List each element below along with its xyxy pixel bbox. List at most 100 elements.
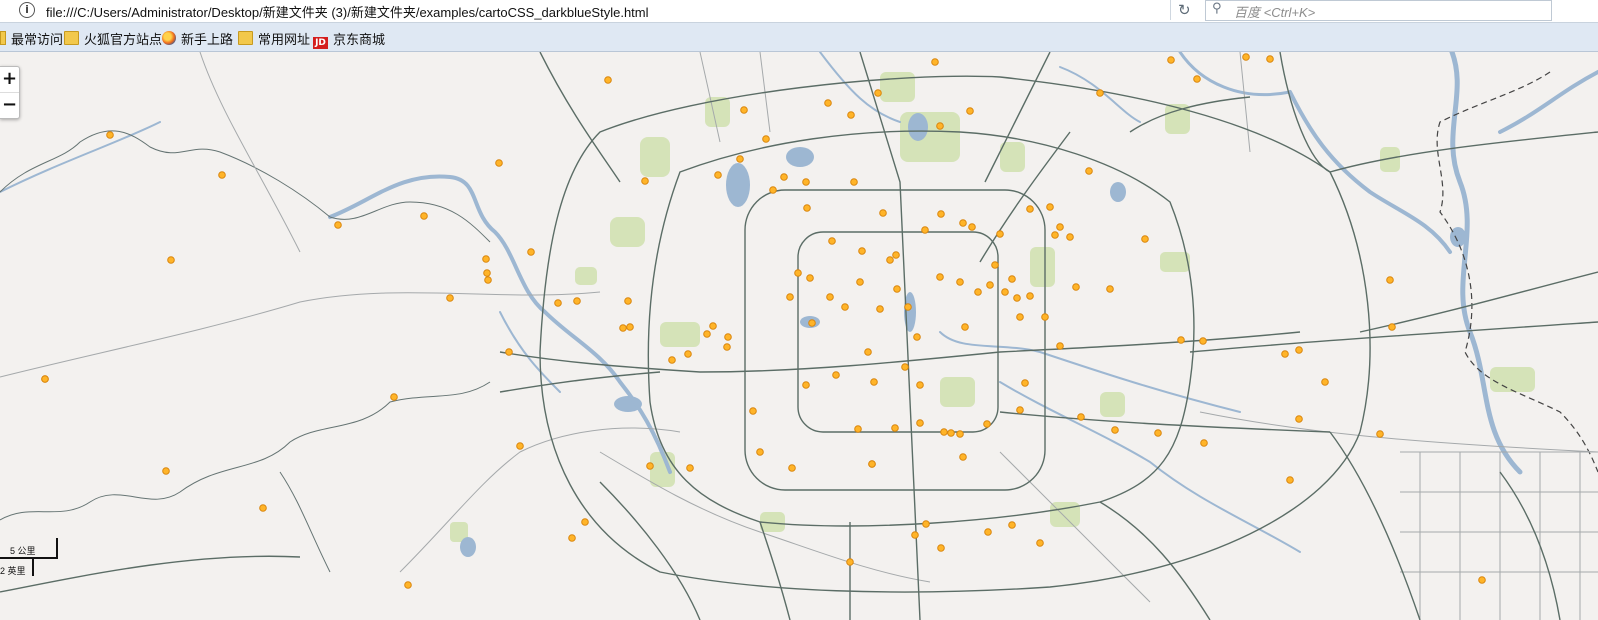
- map-canvas[interactable]: + − 5 公里 2 英里: [0, 52, 1598, 620]
- poi-marker[interactable]: [218, 171, 226, 179]
- poi-marker[interactable]: [1388, 323, 1396, 331]
- poi-marker[interactable]: [832, 371, 840, 379]
- poi-marker[interactable]: [876, 305, 884, 313]
- poi-marker[interactable]: [581, 518, 589, 526]
- poi-marker[interactable]: [891, 424, 899, 432]
- poi-marker[interactable]: [1154, 429, 1162, 437]
- poi-marker[interactable]: [259, 504, 267, 512]
- poi-marker[interactable]: [937, 210, 945, 218]
- poi-marker[interactable]: [762, 135, 770, 143]
- poi-marker[interactable]: [626, 323, 634, 331]
- poi-marker[interactable]: [916, 381, 924, 389]
- info-icon[interactable]: i: [19, 2, 35, 18]
- poi-marker[interactable]: [846, 558, 854, 566]
- poi-marker[interactable]: [780, 173, 788, 181]
- bookmark-firefox-site[interactable]: 火狐官方站点: [64, 29, 162, 48]
- poi-marker[interactable]: [802, 381, 810, 389]
- poi-marker[interactable]: [624, 297, 632, 305]
- poi-marker[interactable]: [568, 534, 576, 542]
- poi-marker[interactable]: [931, 58, 939, 66]
- poi-marker[interactable]: [788, 464, 796, 472]
- poi-marker[interactable]: [1096, 89, 1104, 97]
- poi-marker[interactable]: [828, 237, 836, 245]
- poi-marker[interactable]: [1200, 439, 1208, 447]
- poi-marker[interactable]: [723, 343, 731, 351]
- poi-marker[interactable]: [913, 333, 921, 341]
- poi-marker[interactable]: [709, 322, 717, 330]
- poi-marker[interactable]: [1376, 430, 1384, 438]
- poi-marker[interactable]: [864, 348, 872, 356]
- poi-marker[interactable]: [390, 393, 398, 401]
- poi-marker[interactable]: [956, 430, 964, 438]
- map-layer[interactable]: [0, 52, 1598, 620]
- poi-marker[interactable]: [495, 159, 503, 167]
- poi-marker[interactable]: [334, 221, 342, 229]
- poi-marker[interactable]: [684, 350, 692, 358]
- poi-marker[interactable]: [901, 363, 909, 371]
- poi-marker[interactable]: [404, 581, 412, 589]
- poi-marker[interactable]: [1016, 406, 1024, 414]
- poi-marker[interactable]: [1013, 294, 1021, 302]
- poi-marker[interactable]: [1321, 378, 1329, 386]
- poi-marker[interactable]: [940, 428, 948, 436]
- poi-marker[interactable]: [1295, 415, 1303, 423]
- poi-marker[interactable]: [868, 460, 876, 468]
- poi-marker[interactable]: [937, 544, 945, 552]
- poi-marker[interactable]: [641, 177, 649, 185]
- bookmark-getting-started[interactable]: 新手上路: [162, 29, 233, 48]
- poi-marker[interactable]: [167, 256, 175, 264]
- poi-marker[interactable]: [1141, 235, 1149, 243]
- poi-marker[interactable]: [740, 106, 748, 114]
- poi-marker[interactable]: [1021, 379, 1029, 387]
- poi-marker[interactable]: [420, 212, 428, 220]
- poi-marker[interactable]: [1193, 75, 1201, 83]
- poi-marker[interactable]: [854, 425, 862, 433]
- poi-marker[interactable]: [1295, 346, 1303, 354]
- poi-marker[interactable]: [968, 223, 976, 231]
- poi-marker[interactable]: [619, 324, 627, 332]
- poi-marker[interactable]: [1478, 576, 1486, 584]
- poi-marker[interactable]: [1072, 283, 1080, 291]
- poi-marker[interactable]: [991, 261, 999, 269]
- poi-marker[interactable]: [1177, 336, 1185, 344]
- poi-marker[interactable]: [1001, 288, 1009, 296]
- poi-marker[interactable]: [1199, 337, 1207, 345]
- poi-marker[interactable]: [482, 255, 490, 263]
- bookmark-common-sites[interactable]: 常用网址: [238, 29, 310, 48]
- poi-marker[interactable]: [686, 464, 694, 472]
- poi-marker[interactable]: [484, 276, 492, 284]
- poi-marker[interactable]: [841, 303, 849, 311]
- poi-marker[interactable]: [847, 111, 855, 119]
- poi-marker[interactable]: [808, 319, 816, 327]
- poi-marker[interactable]: [966, 107, 974, 115]
- poi-marker[interactable]: [1066, 233, 1074, 241]
- poi-marker[interactable]: [893, 285, 901, 293]
- zoom-in-button[interactable]: +: [0, 67, 19, 92]
- address-bar[interactable]: i file:///C:/Users/Administrator/Desktop…: [0, 0, 1598, 23]
- poi-marker[interactable]: [483, 269, 491, 277]
- poi-marker[interactable]: [984, 528, 992, 536]
- poi-marker[interactable]: [1106, 285, 1114, 293]
- poi-marker[interactable]: [106, 131, 114, 139]
- poi-marker[interactable]: [879, 209, 887, 217]
- poi-marker[interactable]: [703, 330, 711, 338]
- poi-marker[interactable]: [527, 248, 535, 256]
- poi-markers[interactable]: [41, 53, 1486, 589]
- poi-marker[interactable]: [505, 348, 513, 356]
- poi-marker[interactable]: [826, 293, 834, 301]
- poi-marker[interactable]: [1266, 55, 1274, 63]
- poi-marker[interactable]: [974, 288, 982, 296]
- poi-marker[interactable]: [1167, 56, 1175, 64]
- poi-marker[interactable]: [1242, 53, 1250, 61]
- poi-marker[interactable]: [1026, 292, 1034, 300]
- poi-marker[interactable]: [850, 178, 858, 186]
- poi-marker[interactable]: [886, 256, 894, 264]
- poi-marker[interactable]: [959, 453, 967, 461]
- poi-marker[interactable]: [911, 531, 919, 539]
- poi-marker[interactable]: [1281, 350, 1289, 358]
- poi-marker[interactable]: [1111, 426, 1119, 434]
- poi-marker[interactable]: [1026, 205, 1034, 213]
- poi-marker[interactable]: [856, 278, 864, 286]
- poi-marker[interactable]: [1008, 275, 1016, 283]
- poi-marker[interactable]: [947, 429, 955, 437]
